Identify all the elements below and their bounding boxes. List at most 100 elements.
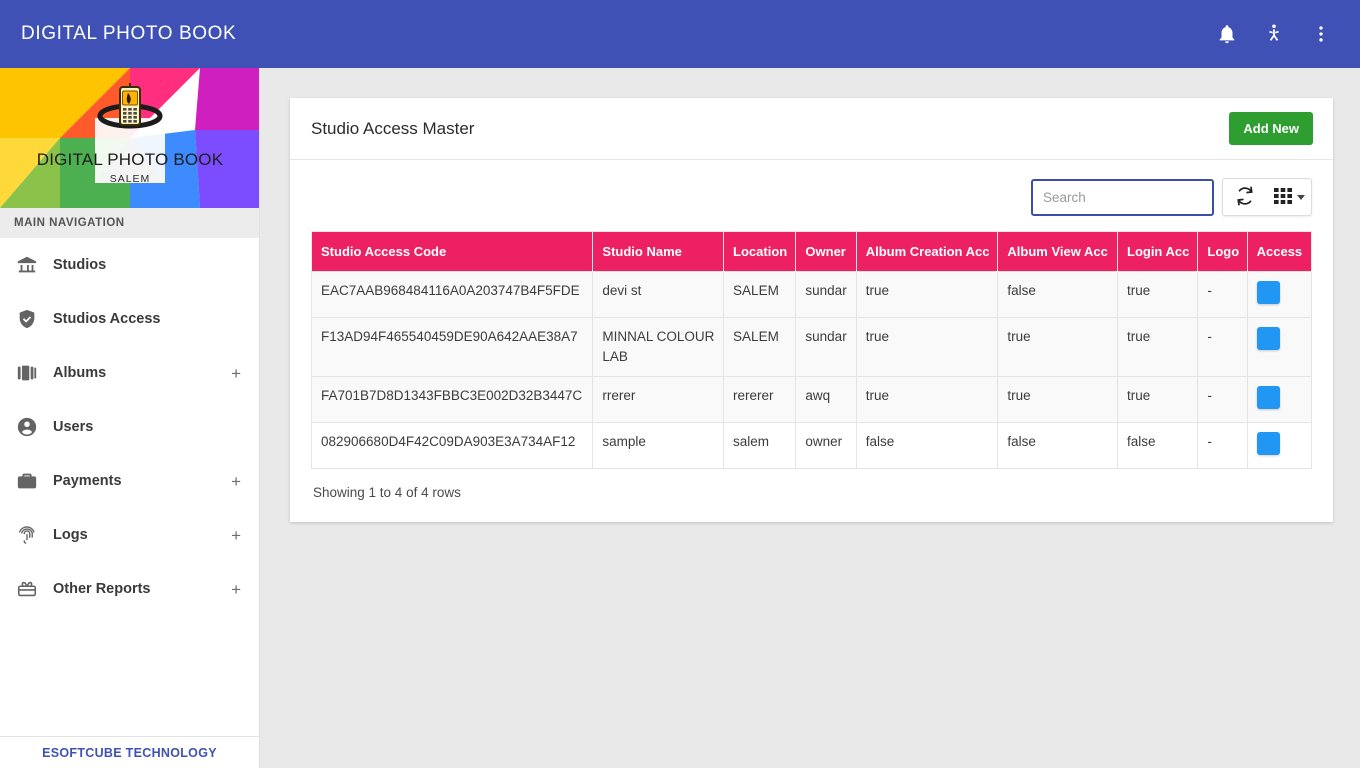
cell-location: SALEM [723, 317, 797, 377]
shield-check-icon [16, 306, 46, 332]
cell-access [1246, 422, 1313, 469]
column-header-login-acc[interactable]: Login Acc [1116, 231, 1199, 272]
studio-access-card: Studio Access Master Add New Search Stud… [290, 98, 1333, 522]
cell-album-view-acc: false [997, 271, 1118, 318]
cell-studio-access-code: EAC7AAB968484116A0A203747B4F5FDE [310, 271, 594, 318]
column-header-studio-access-code[interactable]: Studio Access Code [310, 231, 594, 272]
sidebar-footer: ESOFTCUBE TECHNOLOGY [0, 736, 260, 768]
sidebar-item-label: Users [53, 419, 94, 435]
table-row[interactable]: F13AD94F465540459DE90A642AAE38A7 MINNAL … [310, 317, 1313, 377]
cell-logo: - [1197, 317, 1248, 377]
phone-logo-icon [0, 80, 259, 142]
accessibility-icon[interactable] [1261, 21, 1287, 47]
brand-name: DIGITAL PHOTO BOOK [36, 150, 224, 169]
brand-subtitle: SALEM [109, 173, 151, 185]
add-new-button[interactable]: Add New [1229, 112, 1313, 145]
table-header-row: Studio Access Code Studio Name Location … [310, 231, 1313, 272]
refresh-button[interactable] [1223, 179, 1267, 215]
chevron-down-icon [1297, 194, 1305, 200]
refresh-icon [1234, 185, 1256, 210]
column-header-studio-name[interactable]: Studio Name [592, 231, 725, 272]
expand-glyph[interactable]: + [231, 527, 241, 544]
sidebar-item-label: Studios [53, 257, 107, 273]
cell-album-creation-acc: true [855, 317, 999, 377]
studio-access-table: Studio Access Code Studio Name Location … [310, 231, 1313, 469]
table-row[interactable]: EAC7AAB968484116A0A203747B4F5FDE devi st… [310, 271, 1313, 318]
sidebar-item-label: Studios Access [53, 311, 161, 327]
albums-icon [16, 360, 46, 386]
access-button[interactable] [1256, 281, 1280, 304]
cell-studio-access-code: FA701B7D8D1343FBBC3E002D32B3447C [310, 376, 594, 423]
cell-access [1246, 271, 1313, 318]
sidebar-item-payments[interactable]: Payments + [0, 454, 259, 508]
cell-location: SALEM [723, 271, 797, 318]
cell-location: salem [723, 422, 797, 469]
table-toolbar [311, 178, 1312, 216]
sidebar-item-studios-access[interactable]: Studios Access [0, 292, 259, 346]
access-button[interactable] [1256, 432, 1280, 455]
expand-glyph[interactable]: + [231, 365, 241, 382]
column-header-album-creation-acc[interactable]: Album Creation Acc [855, 231, 999, 272]
sidebar-item-label: Payments [53, 473, 122, 489]
table-row[interactable]: 082906680D4F42C09DA903E3A734AF12 sample … [310, 422, 1313, 469]
cell-access [1246, 317, 1313, 377]
cell-studio-name: rrerer [592, 376, 725, 423]
card-header: Studio Access Master Add New [290, 98, 1333, 160]
account-circle-icon [16, 414, 46, 440]
cell-login-acc: true [1116, 271, 1199, 318]
page-title: Studio Access Master [311, 118, 475, 138]
cell-studio-access-code: F13AD94F465540459DE90A642AAE38A7 [310, 317, 594, 377]
cell-album-creation-acc: true [855, 271, 999, 318]
cell-album-view-acc: false [997, 422, 1118, 469]
card-body: Studio Access Code Studio Name Location … [290, 160, 1333, 522]
sidebar-item-users[interactable]: Users [0, 400, 259, 454]
column-header-album-view-acc[interactable]: Album View Acc [997, 231, 1118, 272]
expand-glyph[interactable]: + [231, 581, 241, 598]
sidebar-item-other-reports[interactable]: Other Reports + [0, 562, 259, 616]
rows-status: Showing 1 to 4 of 4 rows [313, 485, 461, 500]
grid-icon [1273, 186, 1293, 209]
cell-album-creation-acc: false [855, 422, 999, 469]
sidebar-item-label: Albums [53, 365, 107, 381]
access-button[interactable] [1256, 386, 1280, 409]
cell-owner: awq [795, 376, 857, 423]
cell-studio-name: MINNAL COLOUR LAB [592, 317, 725, 377]
access-button[interactable] [1256, 327, 1280, 350]
cell-owner: owner [795, 422, 857, 469]
search-input[interactable] [1031, 178, 1214, 216]
toolbar-button-group [1222, 178, 1312, 216]
cell-owner: sundar [795, 271, 857, 318]
cell-login-acc: true [1116, 376, 1199, 423]
column-header-access[interactable]: Access [1246, 231, 1313, 272]
cell-access [1246, 376, 1313, 423]
cell-album-creation-acc: true [855, 376, 999, 423]
briefcase-icon [16, 468, 46, 494]
sidebar-item-studios[interactable]: Studios [0, 238, 259, 292]
sidebar-footer-text: ESOFTCUBE TECHNOLOGY [42, 745, 217, 760]
cell-album-view-acc: true [997, 317, 1118, 377]
sidebar-item-logs[interactable]: Logs + [0, 508, 259, 562]
column-header-logo[interactable]: Logo [1197, 231, 1248, 272]
column-header-location[interactable]: Location [723, 231, 797, 272]
app-title: DIGITAL PHOTO BOOK [21, 23, 237, 44]
notifications-icon[interactable] [1214, 21, 1240, 47]
cell-studio-name: sample [592, 422, 725, 469]
cell-studio-access-code: 082906680D4F42C09DA903E3A734AF12 [310, 422, 594, 469]
expand-glyph[interactable]: + [231, 473, 241, 490]
table-body: EAC7AAB968484116A0A203747B4F5FDE devi st… [310, 271, 1313, 469]
bank-icon [16, 252, 46, 278]
cell-location: rererer [723, 376, 797, 423]
top-app-bar: DIGITAL PHOTO BOOK [0, 0, 1360, 68]
more-vertical-icon[interactable] [1308, 21, 1334, 47]
sidebar: DIGITAL PHOTO BOOK SALEM MAIN NAVIGATION… [0, 68, 260, 768]
cell-owner: sundar [795, 317, 857, 377]
columns-toggle-button[interactable] [1267, 179, 1311, 215]
sidebar-item-albums[interactable]: Albums + [0, 346, 259, 400]
cell-studio-name: devi st [592, 271, 725, 318]
topbar-actions [1214, 21, 1334, 47]
column-header-owner[interactable]: Owner [795, 231, 857, 272]
table-row[interactable]: FA701B7D8D1343FBBC3E002D32B3447C rrerer … [310, 376, 1313, 423]
cell-login-acc: true [1116, 317, 1199, 377]
cell-logo: - [1197, 422, 1248, 469]
cell-album-view-acc: true [997, 376, 1118, 423]
